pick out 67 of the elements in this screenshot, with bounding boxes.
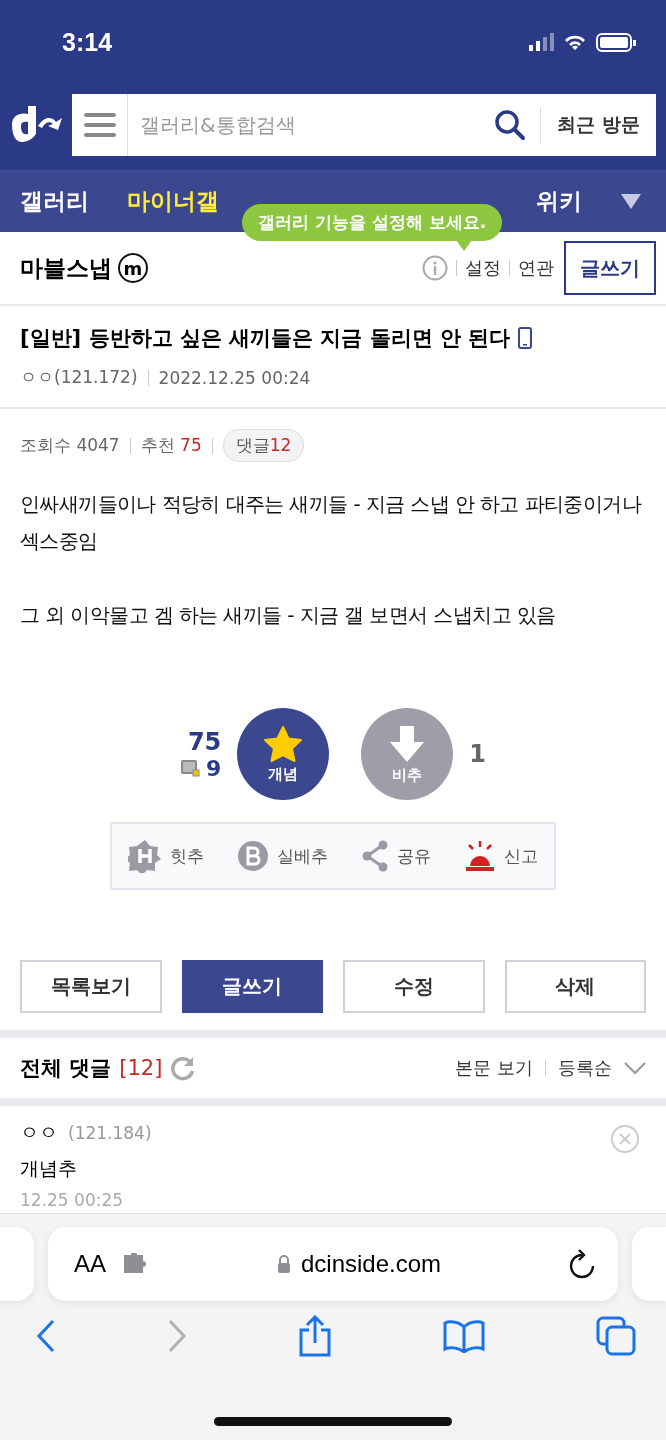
action-button[interactable]: 공유 [354,839,437,873]
hexagon-h-icon [128,839,163,873]
bookmarks-icon[interactable] [443,1319,485,1353]
upvote-button[interactable]: 개념 [237,708,330,800]
post-title: [일반] 등반하고 싶은 새끼들은 지금 돌리면 안 된다 [20,325,511,352]
dropdown-icon[interactable] [620,192,642,210]
comment-time: 12.25 00:25 [20,1190,125,1210]
signal-icon [529,33,554,51]
tabs-icon[interactable] [596,1316,636,1356]
refresh-icon[interactable] [170,1055,197,1081]
share-icon[interactable] [298,1315,332,1357]
action-button[interactable]: 신고 [457,839,544,873]
post-button[interactable]: 글쓰기 [181,960,323,1013]
text-size-button[interactable]: AA [74,1250,106,1278]
recent-visits-button[interactable]: 최근 방문 [540,107,656,143]
star-icon [263,724,304,763]
nav-tab[interactable]: 갤러리 [20,185,89,217]
tooltip: 갤러리 기능을 설정해 보세요. [242,204,503,241]
nav-tab[interactable]: 위키 [536,185,582,217]
post-paragraph: 그 외 이악물고 겜 하는 새끼들 - 지금 갤 보면서 스냅치고 있음 [20,602,557,629]
post-paragraph: 인싸새끼들이나 적당히 대주는 새끼들 - 지금 스냅 안 하고 파티중이거나 섹스중임 [20,491,643,555]
phone-icon [518,327,533,349]
circle-b-icon [237,840,270,872]
downvote-count: 1 [469,740,486,768]
status-time: 3:14 [62,27,113,57]
comment-author: ㅇㅇ [20,1120,58,1145]
comment-text: 개념추 [20,1156,78,1181]
reload-icon[interactable] [568,1249,596,1279]
menu-icon[interactable] [83,112,116,138]
post-button[interactable]: 삭제 [504,960,646,1013]
battery-icon [596,32,636,52]
comments-count: [12] [119,1056,163,1080]
gallery-link[interactable]: 연관 [518,256,554,280]
view-post-link[interactable]: 본문 보기 [455,1056,533,1080]
forward-icon[interactable] [167,1319,187,1353]
action-button[interactable]: 실베추 [231,839,335,873]
tooltip-pointer-icon [456,240,473,251]
post-date: 2022.12.25 00:24 [158,367,311,388]
post-stat: 조회수 4047 [20,434,120,457]
minor-badge: m [118,253,148,283]
search-icon[interactable] [494,109,527,141]
mobile-vote-count: 9 [206,755,222,781]
info-icon[interactable] [422,255,448,281]
upvote-count: 75 [187,727,222,756]
post-author: ㅇㅇ(121.172) [20,366,138,389]
comment-count-button[interactable]: 댓글12 [222,429,305,462]
wifi-icon [564,33,586,51]
sort-dropdown[interactable]: 등록순 [558,1056,612,1080]
post-stat: 추천 75 [140,434,202,457]
url-text: dcinside.com [300,1250,442,1278]
action-button[interactable]: 힛추 [122,838,211,874]
comments-title: 전체 댓글 [20,1055,112,1082]
gallery-link[interactable]: 설정 [465,256,501,280]
chevron-down-icon[interactable] [624,1061,646,1075]
write-button[interactable]: 글쓰기 [564,241,656,295]
comment-ip: (121.184) [68,1123,152,1143]
back-icon[interactable] [36,1319,56,1353]
post-button[interactable]: 목록보기 [20,960,162,1013]
gallery-name: 마블스냅 [20,253,112,283]
nav-tab[interactable]: 마이너갤 [127,185,219,217]
address-bar[interactable]: AA dcinside.com [48,1227,618,1301]
post-button[interactable]: 수정 [343,960,485,1013]
lock-icon [276,1254,291,1274]
share-icon [360,840,389,872]
mobile-vote-icon [180,758,200,778]
siren-icon [463,840,496,872]
search-field[interactable]: 갤러리&통합검색 최근 방문 [72,94,656,156]
